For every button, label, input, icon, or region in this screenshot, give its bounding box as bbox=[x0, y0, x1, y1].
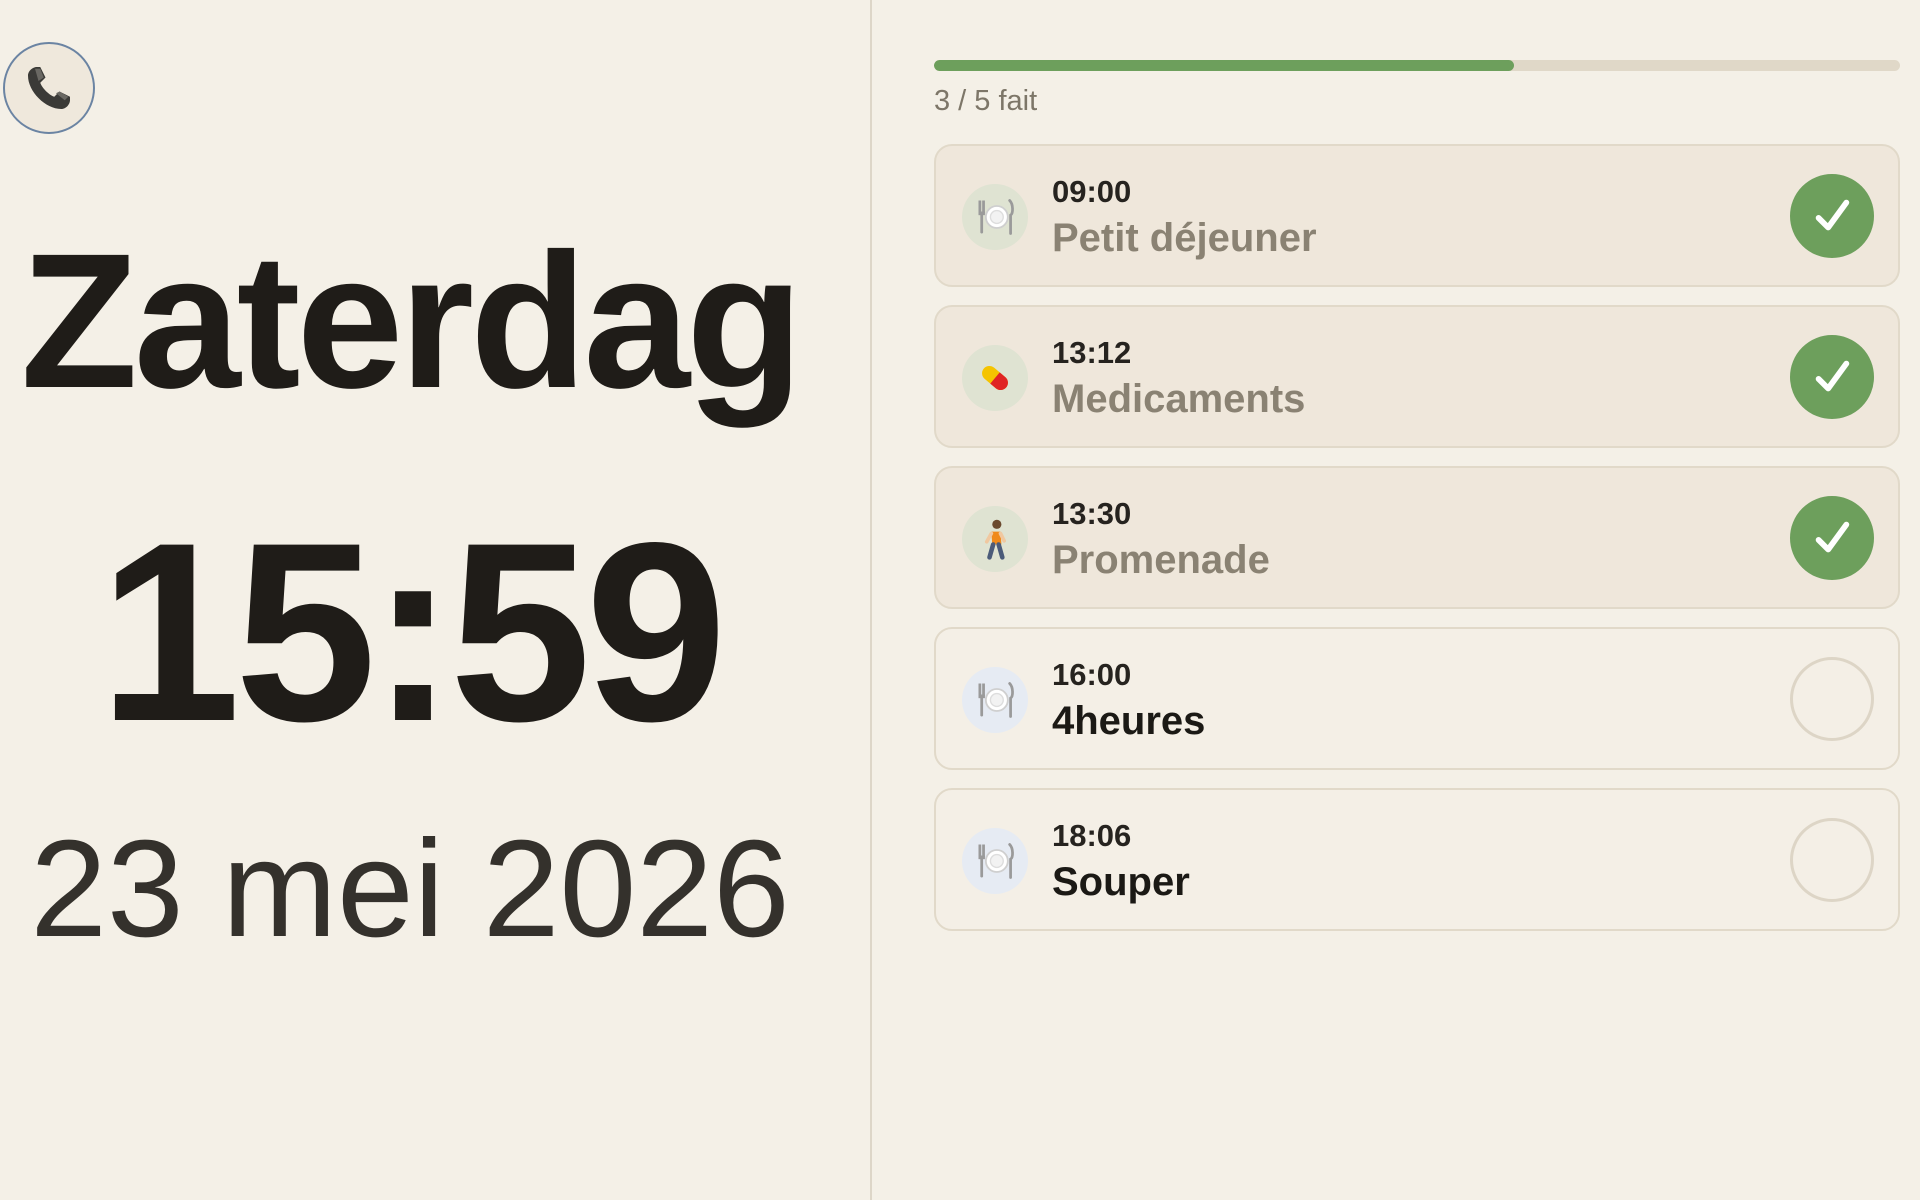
checkmark-icon bbox=[1815, 360, 1850, 392]
task-time: 18:06 bbox=[1052, 818, 1132, 853]
date-label: 23 mei 2026 bbox=[30, 812, 790, 966]
task-checkbox[interactable] bbox=[1790, 335, 1874, 419]
task-time: 13:30 bbox=[1052, 496, 1132, 531]
task-panel: 3 / 5 fait 09:00 Petit déjeuner 13:12 Medic… bbox=[934, 0, 1900, 1200]
task-checkbox[interactable] bbox=[1790, 818, 1874, 902]
plate-icon bbox=[962, 828, 1028, 894]
task-title: 4heures bbox=[1052, 699, 1206, 743]
walking-person-icon bbox=[962, 506, 1028, 572]
phone-icon bbox=[28, 67, 70, 109]
task-time: 09:00 bbox=[1052, 174, 1132, 209]
checkmark-icon bbox=[1815, 199, 1850, 231]
task-checkbox[interactable] bbox=[1790, 174, 1874, 258]
progress-bar bbox=[934, 60, 1900, 71]
task-title: Medicaments bbox=[1052, 377, 1306, 421]
clock-panel: Zaterdag 15:59 23 mei 2026 bbox=[0, 0, 872, 1200]
app: Zaterdag 15:59 23 mei 2026 3 / 5 fait 09… bbox=[0, 0, 1920, 1200]
checkmark-icon bbox=[1815, 521, 1850, 553]
progress-label: 3 / 5 fait bbox=[934, 85, 1038, 117]
task-time: 16:00 bbox=[1052, 657, 1132, 692]
task-item[interactable]: 13:12 Medicaments bbox=[934, 305, 1900, 448]
task-item[interactable]: 18:06 Souper bbox=[934, 788, 1900, 931]
clock-time: 15:59 bbox=[98, 490, 727, 775]
plate-icon bbox=[962, 184, 1028, 250]
progress-bar-fill bbox=[934, 60, 1514, 71]
plate-icon bbox=[962, 667, 1028, 733]
day-name: Zaterdag bbox=[20, 213, 804, 428]
task-item[interactable]: 16:00 4heures bbox=[934, 627, 1900, 770]
task-title: Souper bbox=[1052, 860, 1190, 904]
task-title: Petit déjeuner bbox=[1052, 216, 1317, 260]
task-title: Promenade bbox=[1052, 538, 1270, 582]
call-button[interactable] bbox=[3, 42, 95, 134]
task-checkbox[interactable] bbox=[1790, 496, 1874, 580]
pill-icon bbox=[962, 345, 1028, 411]
task-checkbox[interactable] bbox=[1790, 657, 1874, 741]
task-item[interactable]: 09:00 Petit déjeuner bbox=[934, 144, 1900, 287]
task-list: 09:00 Petit déjeuner 13:12 Medicaments 13:30… bbox=[934, 144, 1900, 949]
task-item[interactable]: 13:30 Promenade bbox=[934, 466, 1900, 609]
task-time: 13:12 bbox=[1052, 335, 1132, 370]
